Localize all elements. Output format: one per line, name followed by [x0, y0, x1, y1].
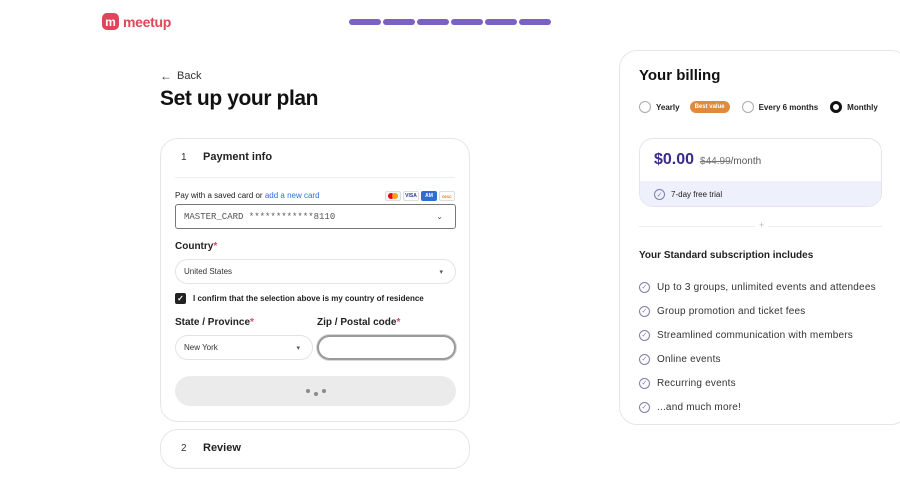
amex-icon: AM	[421, 191, 437, 201]
feature-item: ✓ ...and much more!	[639, 395, 876, 419]
billing-option-6-months[interactable]: Every 6 months	[741, 101, 818, 113]
check-circle-icon: ✓	[639, 353, 650, 365]
saved-card-prompt: Pay with a saved card or add a new card	[175, 191, 320, 200]
chevron-down-icon: ▾	[296, 344, 300, 352]
step-number: 1	[181, 151, 187, 163]
check-circle-icon: ✓	[654, 189, 665, 200]
radio-button[interactable]	[639, 101, 651, 113]
country-value: United States	[184, 267, 233, 276]
progress-segment	[383, 19, 415, 25]
progress-bar	[349, 19, 551, 25]
check-circle-icon: ✓	[639, 329, 650, 341]
step-label: Review	[203, 442, 241, 454]
saved-card-text: Pay with a saved card or	[175, 191, 263, 200]
state-label: State / Province*	[175, 317, 254, 328]
zip-label: Zip / Postal code*	[317, 317, 401, 328]
residence-checkbox[interactable]: ✓	[175, 293, 186, 304]
meetup-logo[interactable]: m meetup	[102, 13, 171, 30]
country-label: Country*	[175, 241, 218, 252]
review-step-header: 2 Review	[181, 442, 241, 454]
payment-info-card: 1 Payment info Pay with a saved card or …	[160, 138, 470, 422]
feature-item: ✓ Up to 3 groups, unlimited events and at…	[639, 275, 876, 299]
country-select[interactable]: United States ▾	[175, 259, 456, 284]
loading-dot	[305, 389, 310, 393]
submit-loading-button[interactable]	[175, 376, 456, 406]
price: $0.00	[654, 151, 695, 168]
includes-title: Your Standard subscription includes	[639, 250, 814, 261]
progress-segment	[417, 19, 449, 25]
feature-item: ✓ Recurring events	[639, 371, 876, 395]
feature-item: ✓ Group promotion and ticket fees	[639, 299, 876, 323]
chevron-down-icon: ▾	[439, 268, 443, 276]
saved-card-select[interactable]: MASTER_CARD ************8110 ⌄	[175, 204, 456, 229]
arrow-left-icon: ←	[160, 69, 172, 83]
visa-icon: VISA	[403, 191, 419, 201]
billing-title: Your billing	[639, 67, 721, 84]
step-number: 2	[181, 442, 187, 454]
trial-row: ✓ 7-day free trial	[640, 181, 881, 206]
loading-dot	[321, 389, 326, 393]
state-select[interactable]: New York ▾	[175, 335, 313, 360]
brand-name: meetup	[123, 13, 171, 30]
card-brand-logos: VISA AM DISC	[385, 191, 455, 201]
progress-segment	[485, 19, 517, 25]
residence-confirm-text: I confirm that the selection above is my…	[193, 294, 424, 303]
residence-confirm[interactable]: ✓ I confirm that the selection above is …	[175, 293, 424, 304]
discover-icon: DISC	[439, 191, 455, 201]
check-circle-icon: ✓	[639, 281, 650, 293]
step-label: Payment info	[203, 151, 273, 163]
check-circle-icon: ✓	[639, 401, 650, 413]
meetup-badge-icon: m	[102, 13, 119, 30]
progress-segment	[519, 19, 551, 25]
billing-frequency: Yearly Best value Every 6 months Monthly	[639, 101, 878, 113]
add-new-card-link[interactable]: add a new card	[265, 191, 320, 200]
chevron-down-icon: ⌄	[436, 212, 443, 222]
radio-button[interactable]	[741, 101, 754, 113]
radio-button-selected[interactable]	[830, 101, 843, 113]
billing-option-yearly[interactable]: Yearly Best value	[639, 101, 730, 113]
billing-panel: Your billing Yearly Best value Every 6 m…	[619, 50, 900, 425]
loading-dot	[313, 391, 318, 396]
billing-option-monthly[interactable]: Monthly	[830, 101, 878, 113]
payment-step-header[interactable]: 1 Payment info	[181, 151, 272, 163]
back-button[interactable]: ← Back	[160, 69, 201, 83]
progress-segment	[349, 19, 381, 25]
feature-item: ✓ Online events	[639, 347, 876, 371]
feature-list: ✓ Up to 3 groups, unlimited events and at…	[639, 275, 876, 419]
best-value-badge: Best value	[689, 101, 730, 113]
saved-card-value: MASTER_CARD ************8110	[184, 211, 336, 222]
price-original: $44.99/month	[700, 156, 762, 167]
plus-icon: +	[755, 220, 769, 230]
progress-segment	[451, 19, 483, 25]
check-circle-icon: ✓	[639, 377, 650, 389]
back-label: Back	[177, 70, 202, 82]
state-value: New York	[184, 343, 218, 352]
trial-text: 7-day free trial	[671, 190, 723, 199]
price-summary: $0.00 $44.99/month ✓ 7-day free trial	[639, 138, 882, 207]
page-title: Set up your plan	[160, 87, 319, 110]
divider	[175, 177, 455, 178]
check-circle-icon: ✓	[639, 305, 650, 317]
mastercard-icon	[385, 191, 401, 201]
zip-input[interactable]	[317, 335, 456, 360]
feature-item: ✓ Streamlined communication with members	[639, 323, 876, 347]
review-card[interactable]: 2 Review	[160, 429, 470, 469]
